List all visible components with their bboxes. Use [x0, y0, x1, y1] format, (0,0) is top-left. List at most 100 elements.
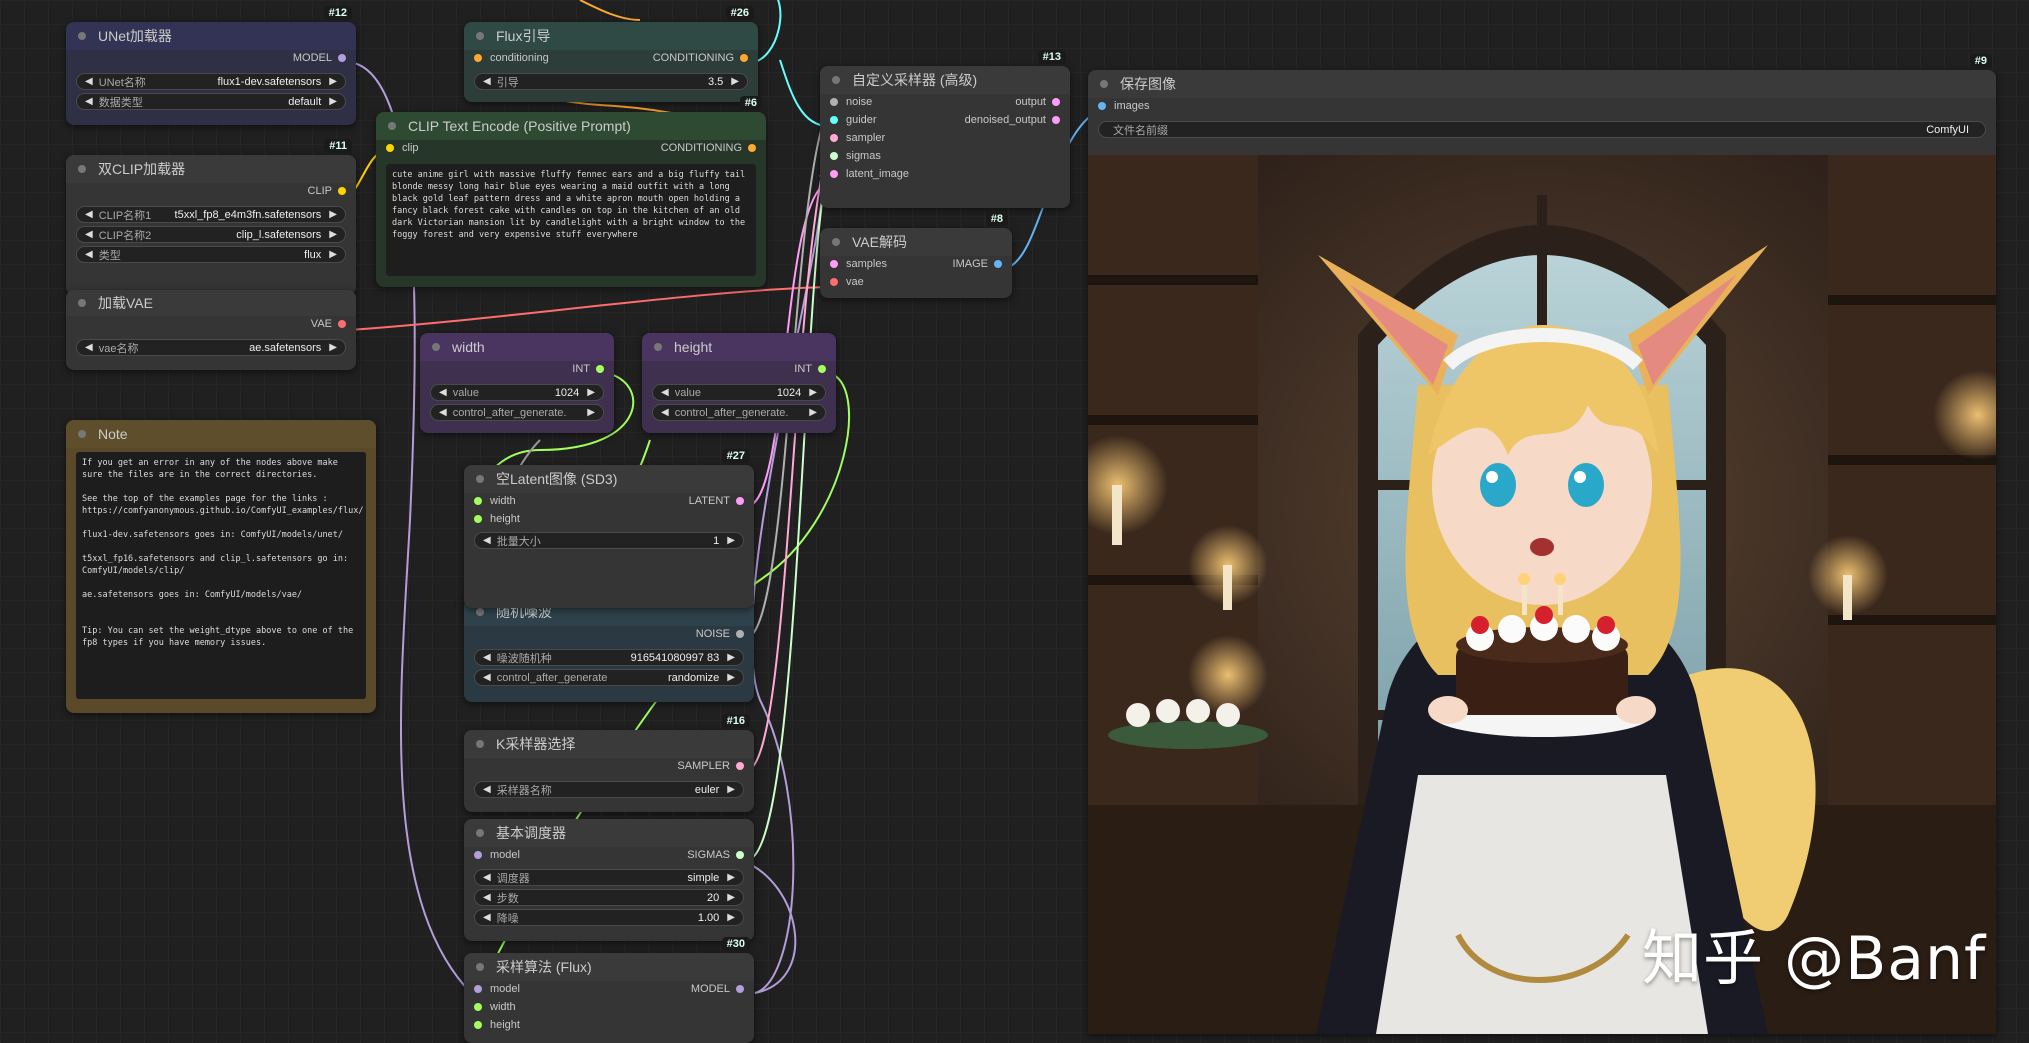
right-arrow-icon[interactable]: ▶ [809, 387, 817, 398]
empty-latent-node[interactable]: #27 空Latent图像 (SD3) width LATENT height ◀… [464, 449, 754, 608]
node-title[interactable]: 双CLIP加载器 [66, 155, 356, 183]
height-input-socket[interactable] [474, 515, 482, 523]
node-title[interactable]: 基本调度器 [464, 819, 754, 847]
right-arrow-icon[interactable]: ▶ [731, 76, 739, 87]
node-title[interactable]: 加载VAE [66, 290, 356, 316]
node-title[interactable]: height [642, 333, 836, 361]
right-arrow-icon[interactable]: ▶ [329, 209, 337, 220]
left-arrow-icon[interactable]: ◀ [85, 229, 93, 240]
filename-prefix-widget[interactable]: 文件名前缀 ComfyUI [1098, 121, 1986, 138]
collapse-dot[interactable] [78, 299, 86, 307]
left-arrow-icon[interactable]: ◀ [483, 652, 491, 663]
height-node[interactable]: height INT ◀ value 1024 ▶ ◀ control_after_ge… [642, 333, 836, 433]
note-node[interactable]: Note If you get an error in any of the n… [66, 420, 376, 713]
node-title[interactable]: K采样器选择 [464, 730, 754, 758]
collapse-dot[interactable] [78, 430, 86, 438]
node-title[interactable]: Flux引导 [464, 22, 758, 50]
left-arrow-icon[interactable]: ◀ [85, 76, 93, 87]
unet-loader-node[interactable]: #12 UNet加载器 MODEL ◀ UNet名称 flux1-dev.safet… [66, 6, 356, 125]
collapse-dot[interactable] [476, 829, 484, 837]
denoise-widget[interactable]: ◀ 降噪 1.00 ▶ [474, 909, 744, 926]
noise-input-socket[interactable] [830, 98, 838, 106]
guider-input-socket[interactable] [830, 116, 838, 124]
int-output-socket[interactable] [818, 365, 826, 373]
right-arrow-icon[interactable]: ▶ [727, 892, 735, 903]
height-input-socket[interactable] [474, 1021, 482, 1029]
width-node[interactable]: width INT ◀ value 1024 ▶ ◀ control_after_gen… [420, 333, 614, 433]
model-output-socket[interactable] [338, 54, 346, 62]
unet-name-widget[interactable]: ◀ UNet名称 flux1-dev.safetensors ▶ [76, 73, 346, 90]
right-arrow-icon[interactable]: ▶ [809, 407, 817, 418]
right-arrow-icon[interactable]: ▶ [329, 229, 337, 240]
sigmas-output-socket[interactable] [736, 851, 744, 859]
custom-sampler-advanced-node[interactable]: #13 自定义采样器 (高级) noise output guider denois… [820, 50, 1070, 208]
left-arrow-icon[interactable]: ◀ [439, 407, 447, 418]
model-sampling-flux-node[interactable]: #30 采样算法 (Flux) model MODEL width height [464, 937, 754, 1043]
left-arrow-icon[interactable]: ◀ [85, 96, 93, 107]
right-arrow-icon[interactable]: ▶ [727, 652, 735, 663]
left-arrow-icon[interactable]: ◀ [483, 872, 491, 883]
left-arrow-icon[interactable]: ◀ [439, 387, 447, 398]
node-title[interactable]: Note [66, 420, 376, 448]
right-arrow-icon[interactable]: ▶ [727, 672, 735, 683]
sigmas-input-socket[interactable] [830, 152, 838, 160]
dtype-widget[interactable]: ◀ 数据类型 default ▶ [76, 93, 346, 110]
left-arrow-icon[interactable]: ◀ [483, 672, 491, 683]
clip-name2-widget[interactable]: ◀ CLIP名称2 clip_l.safetensors ▶ [76, 226, 346, 243]
left-arrow-icon[interactable]: ◀ [661, 387, 669, 398]
int-output-socket[interactable] [596, 365, 604, 373]
right-arrow-icon[interactable]: ▶ [727, 872, 735, 883]
right-arrow-icon[interactable]: ▶ [329, 342, 337, 353]
collapse-dot[interactable] [1100, 80, 1108, 88]
collapse-dot[interactable] [832, 238, 840, 246]
collapse-dot[interactable] [832, 76, 840, 84]
left-arrow-icon[interactable]: ◀ [483, 535, 491, 546]
note-text[interactable]: If you get an error in any of the nodes … [76, 452, 366, 699]
conditioning-input-socket[interactable] [474, 54, 482, 62]
collapse-dot[interactable] [476, 32, 484, 40]
width-input-socket[interactable] [474, 497, 482, 505]
left-arrow-icon[interactable]: ◀ [483, 76, 491, 87]
right-arrow-icon[interactable]: ▶ [727, 912, 735, 923]
collapse-dot[interactable] [78, 32, 86, 40]
samples-input-socket[interactable] [830, 260, 838, 268]
image-output-socket[interactable] [994, 260, 1002, 268]
left-arrow-icon[interactable]: ◀ [85, 249, 93, 260]
right-arrow-icon[interactable]: ▶ [727, 535, 735, 546]
noise-output-socket[interactable] [736, 630, 744, 638]
right-arrow-icon[interactable]: ▶ [329, 249, 337, 260]
right-arrow-icon[interactable]: ▶ [587, 387, 595, 398]
generated-image-preview[interactable] [1088, 155, 1996, 1034]
height-control-widget[interactable]: ◀ control_after_generate. ▶ [652, 404, 826, 421]
model-input-socket[interactable] [474, 985, 482, 993]
node-title[interactable]: VAE解码 [820, 228, 1012, 256]
latent-output-socket[interactable] [736, 497, 744, 505]
left-arrow-icon[interactable]: ◀ [85, 342, 93, 353]
conditioning-output-socket[interactable] [748, 144, 756, 152]
width-input-socket[interactable] [474, 1003, 482, 1011]
node-title[interactable]: CLIP Text Encode (Positive Prompt) [376, 112, 766, 140]
right-arrow-icon[interactable]: ▶ [727, 784, 735, 795]
scheduler-widget[interactable]: ◀ 调度器 simple ▶ [474, 869, 744, 886]
collapse-dot[interactable] [476, 740, 484, 748]
vae-name-widget[interactable]: ◀ vae名称 ae.safetensors ▶ [76, 339, 346, 356]
steps-widget[interactable]: ◀ 步数 20 ▶ [474, 889, 744, 906]
left-arrow-icon[interactable]: ◀ [661, 407, 669, 418]
vae-output-socket[interactable] [338, 320, 346, 328]
node-title[interactable]: UNet加载器 [66, 22, 356, 50]
right-arrow-icon[interactable]: ▶ [329, 96, 337, 107]
node-title[interactable]: width [420, 333, 614, 361]
left-arrow-icon[interactable]: ◀ [85, 209, 93, 220]
height-value-widget[interactable]: ◀ value 1024 ▶ [652, 384, 826, 401]
right-arrow-icon[interactable]: ▶ [329, 76, 337, 87]
clip-type-widget[interactable]: ◀ 类型 flux ▶ [76, 246, 346, 263]
conditioning-output-socket[interactable] [740, 54, 748, 62]
guidance-widget[interactable]: ◀ 引导 3.5 ▶ [474, 73, 748, 90]
collapse-dot[interactable] [476, 608, 484, 616]
sampler-input-socket[interactable] [830, 134, 838, 142]
vae-decode-node[interactable]: #8 VAE解码 samples IMAGE vae [820, 212, 1012, 298]
output-socket[interactable] [1052, 98, 1060, 106]
right-arrow-icon[interactable]: ▶ [587, 407, 595, 418]
flux-guidance-node[interactable]: #26 Flux引导 conditioning CONDITIONING ◀ 引导 3… [464, 6, 758, 102]
collapse-dot[interactable] [476, 963, 484, 971]
